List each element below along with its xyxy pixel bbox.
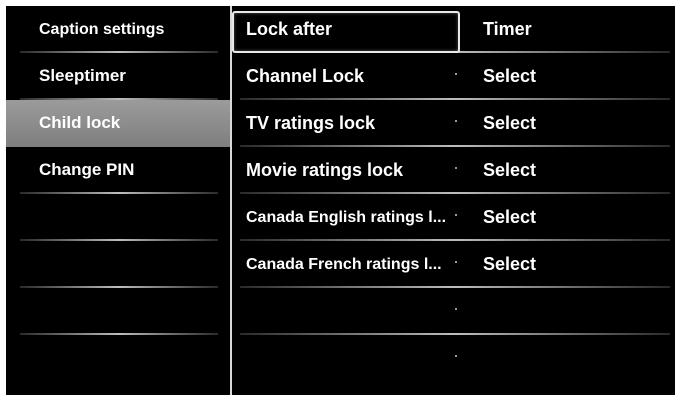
option-value[interactable]: Select: [483, 253, 536, 275]
tv-screen: Caption settings Sleeptimer Child lock C…: [0, 0, 681, 402]
menu-item-label: Sleeptimer: [39, 66, 126, 85]
menu-item-sleeptimer[interactable]: Sleeptimer: [6, 53, 232, 100]
option-name: Canada French ratings l...: [246, 256, 442, 273]
option-row-tv-ratings-lock[interactable]: TV ratings lock Select: [232, 100, 675, 147]
option-row-channel-lock[interactable]: Channel Lock Select: [232, 53, 675, 100]
option-name: TV ratings lock: [246, 113, 376, 133]
left-menu: Caption settings Sleeptimer Child lock C…: [6, 6, 232, 395]
option-row-empty: [232, 335, 675, 382]
row-dot: [455, 73, 457, 75]
option-row-canada-english-ratings-lock[interactable]: Canada English ratings l... Select: [232, 194, 675, 241]
menu-item-empty: [6, 335, 232, 382]
focus-highlight: [232, 11, 460, 53]
option-value[interactable]: Select: [483, 112, 536, 134]
option-value[interactable]: Select: [483, 65, 536, 87]
option-row-movie-ratings-lock[interactable]: Movie ratings lock Select: [232, 147, 675, 194]
menu-item-label: Caption settings: [39, 21, 165, 38]
option-row-empty: [232, 288, 675, 335]
menu-item-change-pin[interactable]: Change PIN: [6, 147, 232, 194]
option-value[interactable]: Select: [483, 159, 536, 181]
option-name: Channel Lock: [246, 66, 365, 86]
row-dot: [455, 261, 457, 263]
row-dot: [455, 214, 457, 216]
menu-item-empty: [6, 288, 232, 335]
row-dot: [455, 120, 457, 122]
menu-item-label: Change PIN: [39, 160, 135, 179]
menu-item-empty: [6, 194, 232, 241]
row-dot: [455, 308, 457, 310]
row-dot: [455, 167, 457, 169]
option-name: Canada English ratings l...: [246, 209, 447, 226]
menu-item-label: Child lock: [39, 113, 121, 132]
menu-item-child-lock[interactable]: Child lock: [6, 100, 232, 147]
option-name: Movie ratings lock: [246, 160, 404, 180]
settings-panel: Caption settings Sleeptimer Child lock C…: [6, 6, 675, 395]
option-row-canada-french-ratings-lock[interactable]: Canada French ratings l... Select: [232, 241, 675, 288]
menu-item-empty: [6, 241, 232, 288]
row-dot: [455, 355, 457, 357]
option-value[interactable]: Select: [483, 206, 536, 228]
menu-item-caption-settings[interactable]: Caption settings: [6, 6, 232, 53]
option-value[interactable]: Timer: [483, 18, 532, 40]
